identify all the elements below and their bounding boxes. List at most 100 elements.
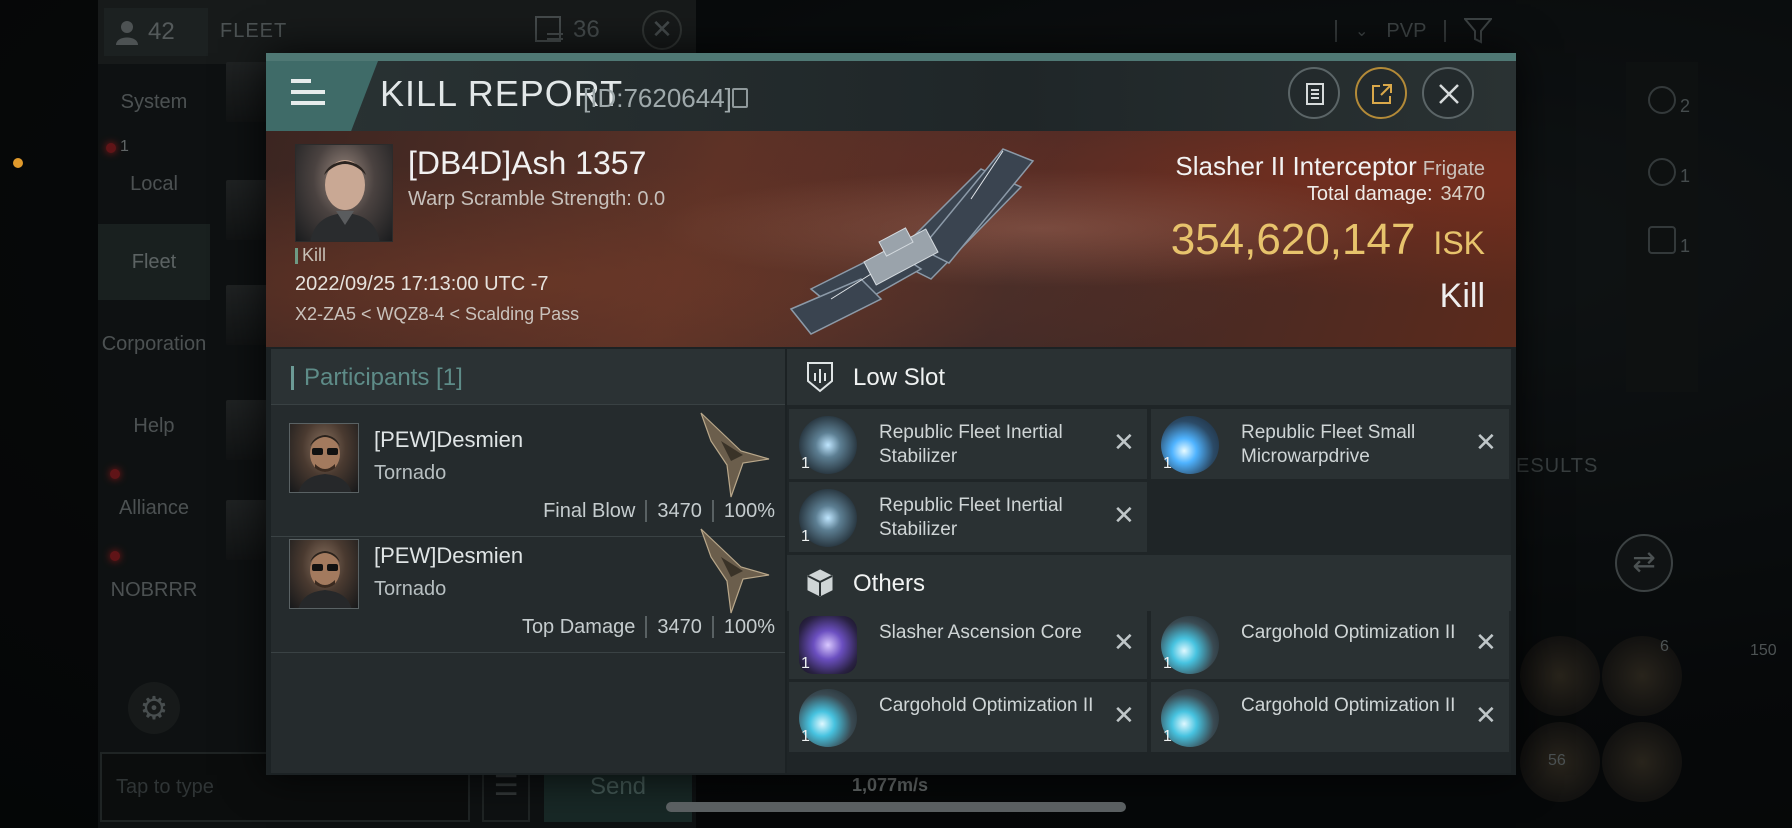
swap-icon[interactable]: ⇄: [1615, 534, 1673, 592]
nav-item-fleet[interactable]: Fleet: [98, 224, 210, 300]
participant-damage: 3470: [657, 500, 702, 522]
ship-class: Frigate: [1422, 158, 1485, 180]
side-count: 1: [1680, 236, 1691, 256]
low-slot-title: Low Slot: [853, 364, 946, 391]
participant-portrait: [289, 539, 359, 609]
close-button[interactable]: [1422, 67, 1474, 119]
chat-channel-nav: System Local Fleet Corporation Help Alli…: [98, 64, 210, 674]
module-item[interactable]: 1 Cargohold Optimization II ✕: [789, 682, 1147, 752]
chevron-down-icon: ⌄: [1355, 23, 1369, 40]
kill-report-modal: KILL REPORT [ID:7620644] [DB4D]Ash 1357: [266, 53, 1516, 775]
nav-item-nobrrr[interactable]: NOBRRR: [98, 552, 210, 628]
destroyed-icon: ✕: [1113, 627, 1135, 657]
participant-stats: Final Blow 3470 100%: [543, 500, 775, 523]
kill-result: Kill: [1439, 277, 1485, 315]
participant-percent: 100%: [723, 616, 775, 638]
chat-message-count[interactable]: 36: [535, 16, 600, 44]
victim-ship[interactable]: Slasher II Interceptor Frigate: [1175, 151, 1485, 182]
module-icon[interactable]: [1648, 226, 1676, 254]
module-item[interactable]: 1 Slasher Ascension Core ✕: [789, 609, 1147, 679]
nav-item-corporation[interactable]: Corporation: [98, 306, 210, 382]
destroyed-icon: ✕: [1475, 627, 1497, 657]
nav-item-system[interactable]: System: [98, 64, 210, 140]
kill-location[interactable]: X2-ZA5 < WQZ8-4 < Scalding Pass: [295, 304, 579, 325]
close-icon: [1439, 84, 1459, 104]
ship-slot[interactable]: [1602, 636, 1682, 716]
chat-avatar: [226, 62, 270, 122]
interceptor-ship-image: [789, 148, 1035, 335]
participant-row[interactable]: [PEW]Desmien Tornado Final Blow 3470 100…: [271, 405, 785, 537]
destroyed-icon: ✕: [1113, 427, 1135, 457]
participant-ship: Tornado: [374, 462, 447, 484]
home-indicator[interactable]: [666, 802, 1126, 812]
drone-icon[interactable]: [1648, 86, 1676, 114]
module-name: Cargohold Optimization II: [879, 695, 1094, 716]
message-count-value: 36: [573, 16, 600, 43]
module-item[interactable]: 1 Cargohold Optimization II ✕: [1151, 682, 1509, 752]
isk-value: 354,620,147 ISK: [1171, 215, 1485, 265]
low-slot-header: Low Slot: [787, 349, 1511, 405]
chat-avatar: [226, 180, 270, 240]
participant-ship: Tornado: [374, 578, 447, 600]
kill-tag-label: Kill: [302, 245, 327, 265]
participants-title: Participants [1]: [304, 364, 463, 391]
divider: [711, 616, 714, 638]
module-name: Republic Fleet Inertial Stabilizer: [879, 495, 1063, 540]
results-label: ESULTS: [1516, 455, 1599, 477]
member-count-value: 42: [148, 18, 175, 45]
slot-count: 6: [1660, 638, 1669, 655]
nav-item-help[interactable]: Help: [98, 388, 210, 464]
participants-panel: Participants [1] [PEW]Desmien Tornado Fi…: [271, 349, 785, 773]
participant-name: [PEW]Desmien: [374, 543, 524, 568]
copy-icon[interactable]: [732, 88, 748, 108]
nav-item-local[interactable]: Local: [98, 146, 210, 222]
chat-avatar: [226, 285, 270, 345]
participant-portrait: [289, 423, 359, 493]
report-id: [ID:7620644]: [583, 83, 732, 113]
ship-name: Slasher II Interceptor: [1175, 151, 1417, 181]
cargo-box-icon: [807, 569, 833, 597]
module-item[interactable]: 1 Republic Fleet Small Microwarpdrive ✕: [1151, 409, 1509, 479]
module-item[interactable]: 1 Republic Fleet Inertial Stabilizer ✕: [789, 409, 1147, 479]
tornado-ship-image: [700, 412, 770, 498]
module-name: Republic Fleet Small Microwarpdrive: [1241, 422, 1416, 467]
module-quantity: 1: [1163, 728, 1172, 745]
module-quantity: 1: [1163, 655, 1172, 672]
game-screen: 42 FLEET 36 ✕ System Local Fleet Corpora…: [0, 0, 1792, 828]
participant-percent: 100%: [723, 500, 775, 522]
divider: [645, 500, 648, 522]
chat-avatar: [226, 400, 270, 460]
notification-dot: [13, 158, 23, 168]
participant-damage: 3470: [657, 616, 702, 638]
header-bar: [291, 366, 294, 390]
nav-item-alliance[interactable]: Alliance: [98, 470, 210, 546]
warp-scramble-strength: Warp Scramble Strength: 0.0: [408, 188, 666, 210]
destroyed-icon: ✕: [1475, 427, 1497, 457]
filter-icon: [1464, 18, 1493, 44]
module-item[interactable]: 1 Republic Fleet Inertial Stabilizer ✕: [789, 482, 1147, 552]
kill-tag: Kill: [295, 245, 326, 266]
chat-log-icon: [535, 16, 563, 42]
pilot-portrait-image: [298, 435, 352, 492]
pvp-filter[interactable]: ⌄ PVP: [1335, 18, 1493, 44]
chat-close-button[interactable]: ✕: [642, 10, 682, 50]
report-detail-button[interactable]: [1288, 67, 1340, 119]
victim-name[interactable]: [DB4D]Ash 1357: [408, 145, 646, 182]
isk-amount: 354,620,147: [1170, 215, 1416, 264]
share-button[interactable]: [1355, 67, 1407, 119]
fitting-panel: Low Slot 1 Republic Fleet Inertial Stabi…: [787, 349, 1511, 773]
gear-icon[interactable]: ⚙: [128, 682, 180, 734]
participants-header: Participants [1]: [271, 349, 785, 405]
ship-slot[interactable]: [1520, 636, 1600, 716]
participant-row[interactable]: [PEW]Desmien Tornado Top Damage 3470 100…: [271, 521, 785, 653]
divider: [1444, 20, 1447, 42]
tornado-ship-image: [700, 528, 770, 614]
fleet-member-count[interactable]: 42: [104, 8, 208, 56]
ship-slot[interactable]: [1602, 722, 1682, 802]
divider: [645, 616, 648, 638]
total-damage: Total damage: 3470: [1307, 183, 1485, 206]
module-item[interactable]: 1 Cargohold Optimization II ✕: [1151, 609, 1509, 679]
slot-count: 56: [1548, 752, 1566, 769]
victim-portrait[interactable]: [295, 144, 393, 242]
probe-icon[interactable]: [1648, 158, 1676, 186]
